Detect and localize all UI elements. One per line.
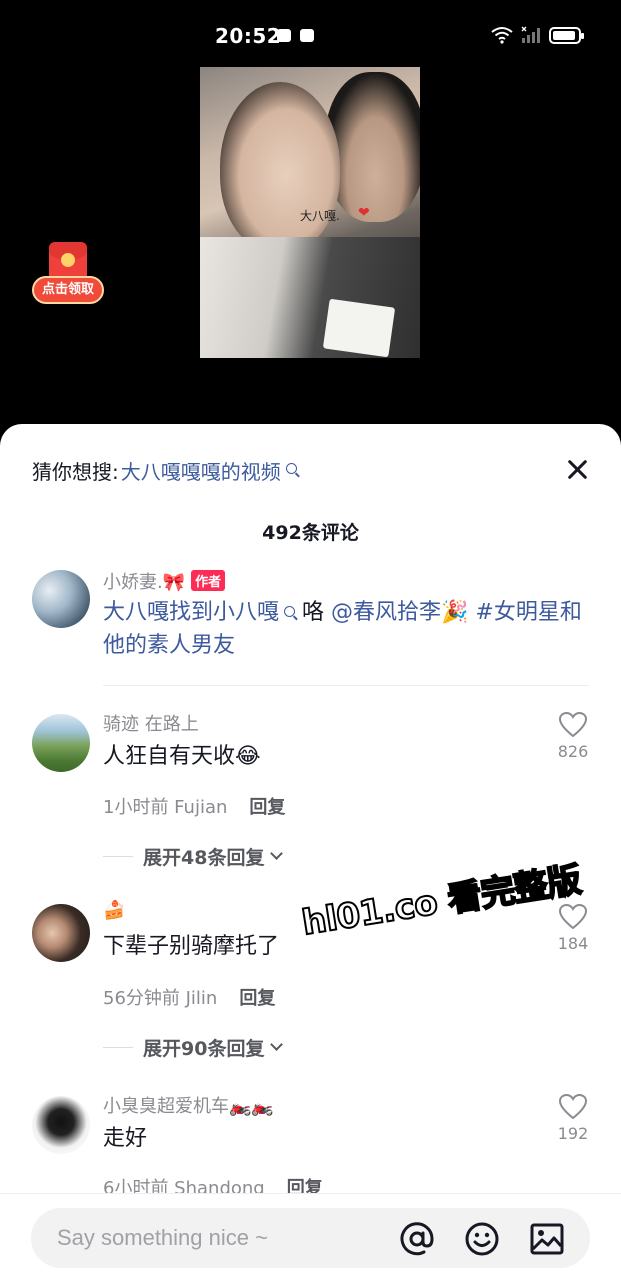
chevron-down-icon bbox=[270, 1038, 284, 1051]
like-button[interactable]: 192 bbox=[553, 1094, 593, 1143]
like-button[interactable]: 184 bbox=[553, 904, 593, 953]
comment-input-placeholder: Say something nice ~ bbox=[57, 1225, 268, 1250]
like-count: 184 bbox=[557, 934, 589, 953]
like-button[interactable]: 826 bbox=[553, 712, 593, 761]
comment-username[interactable]: 小臭臭超爱机车🏍️🏍️ bbox=[103, 1092, 274, 1118]
comment-username[interactable]: 小娇妻.🎀 作者 bbox=[103, 568, 226, 594]
comment-count: 492条评论 bbox=[262, 522, 359, 544]
red-packet-label: 点击领取 bbox=[32, 276, 104, 304]
close-button[interactable] bbox=[566, 458, 588, 480]
comment-input[interactable]: Say something nice ~ bbox=[31, 1208, 590, 1268]
comments-sheet: 猜你想搜: 大八嘎嘎嘎的视频 492条评论 小娇妻.🎀 作者 大八嘎找到小八嘎 咯… bbox=[0, 424, 621, 1280]
signal-icon bbox=[521, 26, 540, 43]
expand-replies-button[interactable]: 展开90条回复 bbox=[103, 1034, 284, 1061]
video-caption: 大八嘎. bbox=[300, 209, 340, 223]
avatar[interactable] bbox=[32, 570, 90, 628]
suggest-link[interactable]: 大八嘎嘎嘎的视频 bbox=[121, 456, 281, 485]
red-packet-button[interactable]: 点击领取 bbox=[32, 240, 104, 306]
suggest-prefix: 猜你想搜: bbox=[32, 460, 119, 484]
expand-replies-button[interactable]: 展开48条回复 bbox=[103, 843, 284, 870]
divider bbox=[103, 856, 133, 857]
comment-username[interactable]: 🍰 bbox=[103, 900, 125, 921]
search-icon bbox=[285, 463, 297, 474]
like-count: 192 bbox=[557, 1124, 589, 1143]
video-player[interactable]: 大八嘎. ❤ bbox=[200, 67, 420, 358]
notification-icon bbox=[277, 29, 291, 42]
divider bbox=[103, 685, 589, 686]
search-icon bbox=[284, 606, 296, 617]
heart-icon bbox=[559, 712, 587, 738]
like-count: 826 bbox=[557, 742, 589, 761]
comment-text: 走好 bbox=[103, 1126, 148, 1151]
search-keyword-link[interactable]: 大八嘎找到小八嘎 bbox=[103, 600, 279, 625]
emoji-icon[interactable] bbox=[464, 1221, 500, 1257]
comment-text: 人狂自有天收😂 bbox=[103, 744, 261, 769]
mention-at-icon[interactable] bbox=[399, 1221, 435, 1257]
battery-icon bbox=[549, 26, 584, 44]
heart-icon bbox=[559, 904, 587, 930]
reply-button[interactable]: 回复 bbox=[239, 988, 275, 1009]
comment-input-bar: Say something nice ~ bbox=[0, 1193, 621, 1280]
heart-sticker-icon: ❤ bbox=[358, 205, 370, 221]
status-indicators bbox=[491, 26, 584, 44]
reply-button[interactable]: 回复 bbox=[249, 797, 285, 818]
image-icon[interactable] bbox=[529, 1221, 565, 1257]
comment-meta: 56分钟前 Jilin 回复 bbox=[103, 988, 276, 1009]
status-bar: 20:52 bbox=[0, 0, 621, 70]
comment-username[interactable]: 骑迹 在路上 bbox=[103, 710, 199, 736]
wifi-icon bbox=[491, 27, 513, 44]
avatar[interactable] bbox=[32, 714, 90, 772]
avatar[interactable] bbox=[32, 1096, 90, 1154]
avatar[interactable] bbox=[32, 904, 90, 962]
comment-text: 大八嘎找到小八嘎 咯 @春风拾李🎉 #女明星和他的素人男友 bbox=[103, 600, 582, 658]
divider bbox=[103, 1047, 133, 1048]
mention-link[interactable]: @春风拾李🎉 bbox=[331, 600, 468, 625]
author-badge: 作者 bbox=[191, 570, 226, 591]
notification-icon bbox=[300, 29, 314, 42]
comment-meta: 1小时前 Fujian 回复 bbox=[103, 797, 286, 818]
heart-icon bbox=[559, 1094, 587, 1120]
status-time: 20:52 bbox=[215, 24, 282, 48]
search-suggestion[interactable]: 猜你想搜: 大八嘎嘎嘎的视频 bbox=[32, 456, 297, 485]
chevron-down-icon bbox=[270, 847, 284, 860]
